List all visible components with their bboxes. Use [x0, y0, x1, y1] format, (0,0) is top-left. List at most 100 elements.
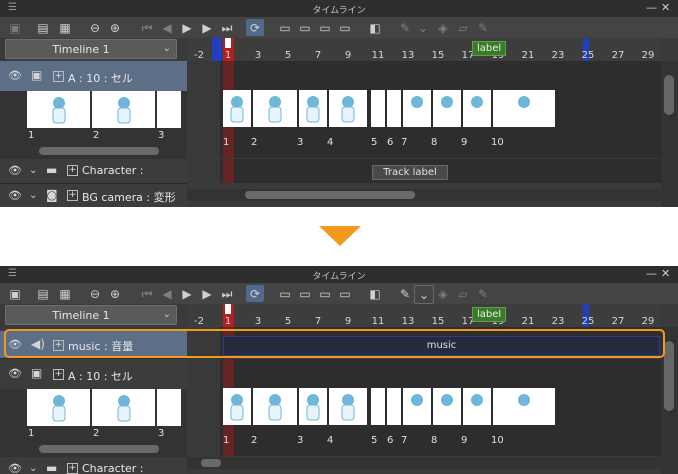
light-table-icon[interactable]: ▱: [454, 19, 472, 36]
zoom-in-icon[interactable]: ⊕: [106, 19, 124, 36]
cel-thumbnail[interactable]: [27, 389, 90, 426]
layer-header-cel[interactable]: 👁 ▣ + A : 10 : セル: [0, 61, 187, 92]
zoom-out-icon[interactable]: ⊖: [86, 285, 104, 302]
track-cel-thumbnail[interactable]: [329, 388, 367, 425]
track-cel-thumbnail[interactable]: [253, 90, 297, 127]
keyframe-icon[interactable]: ◧: [366, 285, 384, 302]
film-icon[interactable]: ▤: [34, 19, 52, 36]
next-frame-icon[interactable]: ▶: [198, 19, 216, 36]
specify-cel-icon[interactable]: ▭: [316, 285, 334, 302]
cel-thumbnail[interactable]: [92, 91, 155, 128]
track-cel-thumbnail[interactable]: [387, 90, 401, 127]
new-cel-icon[interactable]: ▭: [276, 19, 294, 36]
eye-icon[interactable]: 👁: [8, 164, 22, 177]
chevron-down-icon[interactable]: ⌄: [29, 165, 37, 176]
track-cel-thumbnail[interactable]: [371, 388, 385, 425]
track-cel-thumbnail[interactable]: [403, 388, 431, 425]
eye-icon[interactable]: 👁: [8, 69, 22, 82]
track-cel-thumbnail[interactable]: [463, 388, 491, 425]
cel-thumbnail[interactable]: [157, 91, 181, 128]
layer-header-character[interactable]: 👁 ⌄ ▬ + Character :: [0, 457, 187, 474]
previous-frame-icon[interactable]: ◀: [158, 19, 176, 36]
track-cel-thumbnail[interactable]: [371, 90, 385, 127]
cel-thumbnail[interactable]: [27, 91, 90, 128]
previous-frame-icon[interactable]: ◀: [158, 285, 176, 302]
eye-icon[interactable]: 👁: [8, 462, 22, 474]
minimize-icon[interactable]: —: [646, 2, 657, 14]
wand-icon[interactable]: ✎: [396, 19, 414, 36]
track-cel-thumbnail[interactable]: [329, 90, 367, 127]
play-icon[interactable]: ▶: [178, 19, 196, 36]
layer-header-cel[interactable]: 👁 ▣ + A : 10 : セル: [0, 359, 187, 390]
cel-track[interactable]: 1 2 3 4 5 6 7 8 9 10: [187, 359, 661, 456]
cel-thumbnail[interactable]: [92, 389, 155, 426]
pencil-icon[interactable]: ✎: [474, 285, 492, 302]
header-scrollbar[interactable]: [25, 443, 182, 455]
specify-cel-icon[interactable]: ▭: [316, 19, 334, 36]
chevron-down-icon[interactable]: ⌄: [29, 190, 37, 201]
new-timeline-icon[interactable]: ▣: [6, 285, 24, 302]
frame-label-tag[interactable]: label: [472, 41, 507, 56]
onion-skin-icon[interactable]: ◈: [434, 19, 452, 36]
track-cel-thumbnail[interactable]: [433, 90, 461, 127]
track-cel-thumbnail[interactable]: [299, 388, 327, 425]
film-icon[interactable]: ▤: [34, 285, 52, 302]
zoom-out-icon[interactable]: ⊖: [86, 19, 104, 36]
first-frame-icon[interactable]: ⏮: [138, 285, 156, 302]
cel-track[interactable]: 1 2 3 4 5 6 7 8 9 10: [187, 61, 661, 158]
timeline-select[interactable]: Timeline 1 ⌄: [5, 39, 177, 59]
pencil-icon[interactable]: ✎: [474, 19, 492, 36]
eye-icon[interactable]: 👁: [8, 189, 22, 202]
dropdown-arrow-icon[interactable]: ⌄: [414, 19, 432, 36]
track-cel-thumbnail[interactable]: [387, 388, 401, 425]
new-cel-icon[interactable]: ▭: [276, 285, 294, 302]
zoom-in-icon[interactable]: ⊕: [106, 285, 124, 302]
loop-icon[interactable]: ⟳: [246, 285, 264, 302]
track-cel-thumbnail[interactable]: [493, 388, 555, 425]
cel-thumbnail[interactable]: [157, 389, 181, 426]
expand-plus-icon[interactable]: +: [53, 71, 64, 82]
first-frame-icon[interactable]: ⏮: [138, 19, 156, 36]
film-add-icon[interactable]: ▦: [56, 19, 74, 36]
expand-plus-icon[interactable]: +: [53, 369, 64, 380]
timeline-select[interactable]: Timeline 1 ⌄: [5, 305, 177, 325]
expand-plus-icon[interactable]: +: [67, 190, 78, 201]
assign-cel-icon[interactable]: ▭: [296, 285, 314, 302]
header-scrollbar[interactable]: [25, 145, 182, 157]
close-icon[interactable]: ✕: [661, 268, 670, 280]
vertical-scrollbar[interactable]: [661, 61, 678, 207]
keyframe-icon[interactable]: ◧: [366, 19, 384, 36]
last-frame-icon[interactable]: ⏭: [218, 19, 236, 36]
new-timeline-icon[interactable]: ▣: [6, 19, 24, 36]
minimize-icon[interactable]: —: [646, 268, 657, 280]
frame-ruler[interactable]: -2 1 3 5 7 9 11 13 15 17 19 21 23 25 27 …: [187, 304, 661, 327]
layer-header-bg-camera[interactable]: 👁 ⌄ ◙ + BG camera : 変形: [0, 184, 187, 207]
track-cel-thumbnail[interactable]: [223, 90, 251, 127]
track-cel-thumbnail[interactable]: [299, 90, 327, 127]
assign-cel-icon[interactable]: ▭: [296, 19, 314, 36]
chevron-down-icon[interactable]: ⌄: [29, 463, 37, 474]
track-cel-thumbnail[interactable]: [433, 388, 461, 425]
last-frame-icon[interactable]: ⏭: [218, 285, 236, 302]
start-marker[interactable]: [212, 38, 222, 61]
next-frame-icon[interactable]: ▶: [198, 285, 216, 302]
onion-skin-icon[interactable]: ◈: [434, 285, 452, 302]
track-cel-thumbnail[interactable]: [463, 90, 491, 127]
expand-plus-icon[interactable]: +: [67, 165, 78, 176]
wand-icon[interactable]: ✎: [396, 285, 414, 302]
loop-icon[interactable]: ⟳: [246, 19, 264, 36]
close-icon[interactable]: ✕: [661, 2, 670, 14]
timeline-scrollbar[interactable]: [187, 457, 661, 469]
eye-icon[interactable]: 👁: [8, 367, 22, 380]
character-track[interactable]: Track label: [187, 159, 661, 183]
play-icon[interactable]: ▶: [178, 285, 196, 302]
dropdown-arrow-icon[interactable]: ⌄: [414, 285, 434, 304]
track-cel-thumbnail[interactable]: [253, 388, 297, 425]
track-label[interactable]: Track label: [372, 165, 448, 180]
frame-label-tag[interactable]: label: [472, 307, 507, 322]
track-cel-thumbnail[interactable]: [403, 90, 431, 127]
timeline-scrollbar[interactable]: [187, 189, 661, 201]
delete-cel-icon[interactable]: ▭: [336, 19, 354, 36]
light-table-icon[interactable]: ▱: [454, 285, 472, 302]
film-add-icon[interactable]: ▦: [56, 285, 74, 302]
